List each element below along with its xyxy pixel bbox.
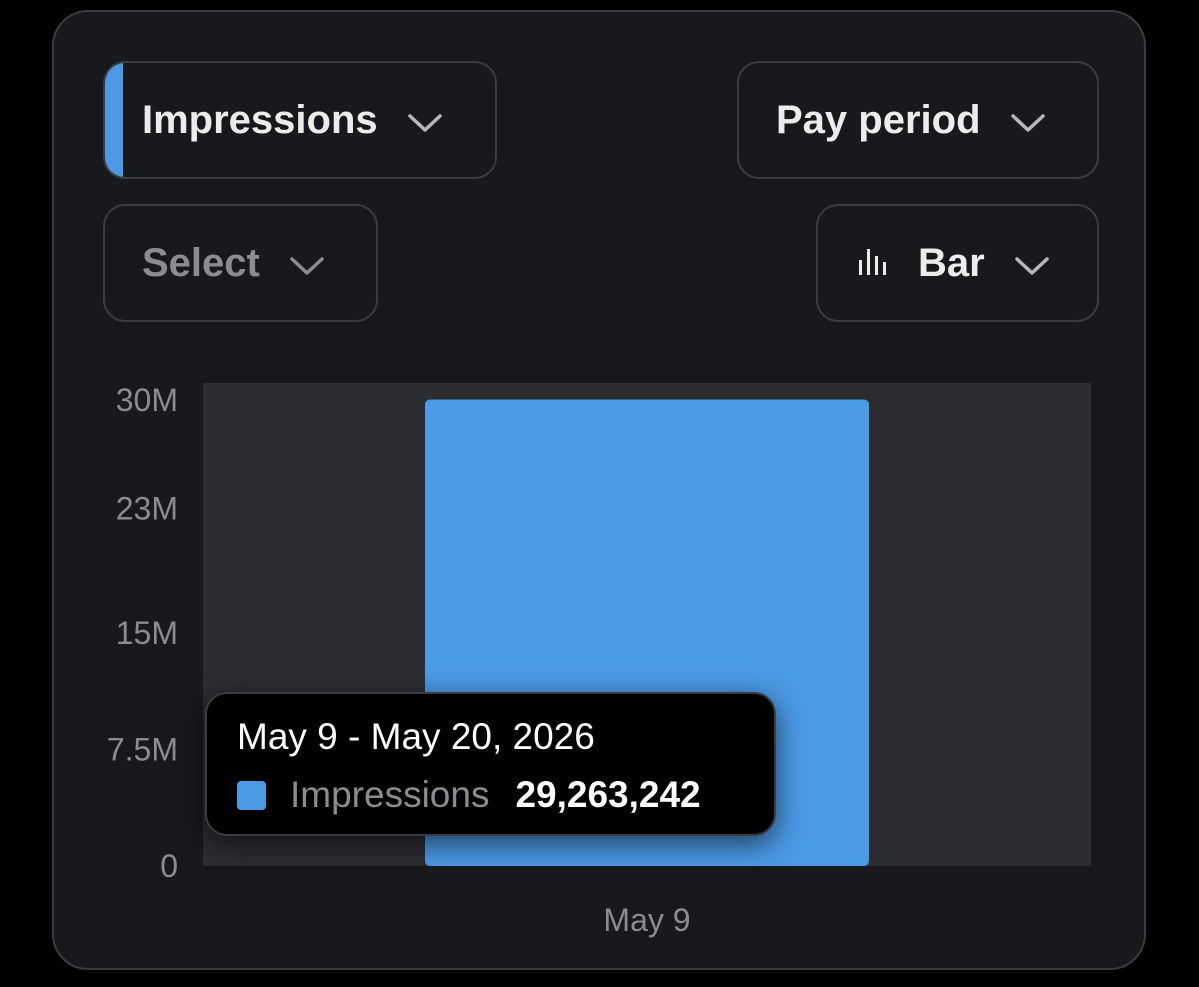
chevron-down-icon (407, 98, 442, 143)
tooltip-row: Impressions 29,263,242 (237, 774, 701, 816)
tooltip-series-swatch (237, 780, 266, 810)
tooltip-series-name: Impressions (290, 774, 490, 815)
compare-metric-dropdown[interactable]: Select (103, 204, 378, 322)
chart-type-label: Bar (918, 240, 985, 285)
metric-color-indicator (105, 63, 123, 177)
tooltip-date-range: May 9 - May 20, 2026 (237, 716, 595, 757)
period-dropdown-label: Pay period (776, 97, 981, 142)
chart-tooltip: May 9 - May 20, 2026 Impressions 29,263,… (205, 692, 776, 836)
tooltip-series-value: 29,263,242 (515, 774, 701, 815)
period-dropdown[interactable]: Pay period (737, 61, 1099, 179)
chart-type-dropdown[interactable]: Bar (816, 204, 1099, 322)
chevron-down-icon (1010, 98, 1045, 143)
chevron-down-icon (1014, 241, 1049, 286)
metric-dropdown-label: Impressions (142, 97, 378, 142)
bar-chart-icon (858, 241, 888, 286)
chevron-down-icon (290, 241, 324, 286)
metric-dropdown[interactable]: Impressions (103, 61, 497, 179)
compare-dropdown-label: Select (142, 240, 260, 285)
